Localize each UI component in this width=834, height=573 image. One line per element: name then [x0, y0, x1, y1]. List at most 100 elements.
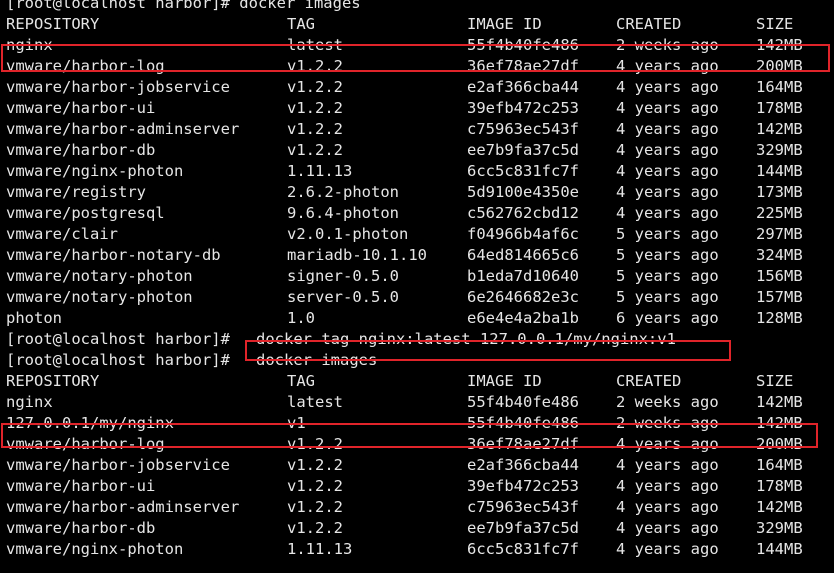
image-id-cell: ee7b9fa37c5d [467, 141, 579, 159]
image-id-cell: e2af366cba44 [467, 78, 579, 96]
size-cell: 329MB [756, 141, 803, 159]
table-row: nginx latest 55f4b40fe486 2 weeks ago 142MB [0, 392, 834, 413]
image-id-cell: e2af366cba44 [467, 456, 579, 474]
created-cell: 4 years ago [616, 498, 719, 516]
size-cell: 142MB [756, 393, 803, 411]
size-cell: 329MB [756, 519, 803, 537]
repository-cell: photon [6, 309, 62, 327]
command-text: docker images [256, 351, 378, 369]
terminal-text: [root@localhost harbor]# docker images [6, 0, 361, 12]
terminal-output[interactable]: [root@localhost harbor]# docker images R… [0, 0, 834, 560]
header-tag: TAG [287, 372, 315, 390]
table-row: vmware/postgresql 9.6.4-photon c562762cbd1… [0, 203, 834, 224]
repository-cell: vmware/harbor-ui [6, 99, 156, 117]
created-cell: 5 years ago [616, 225, 719, 243]
size-cell: 142MB [756, 414, 803, 432]
tag-cell: 9.6.4-photon [287, 204, 399, 222]
image-id-cell: 5d9100e4350e [467, 183, 579, 201]
repository-cell: vmware/clair [6, 225, 118, 243]
tag-cell: v1.2.2 [287, 477, 343, 495]
image-id-cell: 39efb472c253 [467, 477, 579, 495]
header-size: SIZE [756, 372, 794, 390]
header-repository: REPOSITORY [6, 372, 100, 390]
size-cell: 178MB [756, 477, 803, 495]
size-cell: 173MB [756, 183, 803, 201]
repository-cell: vmware/harbor-log [6, 435, 165, 453]
size-cell: 200MB [756, 435, 803, 453]
shell-prompt: [root@localhost harbor]# [6, 330, 230, 348]
image-id-cell: c75963ec543f [467, 498, 579, 516]
table-row: vmware/nginx-photon 1.11.13 6cc5c831fc7f 4 … [0, 539, 834, 560]
repository-cell: vmware/harbor-db [6, 141, 156, 159]
table-row: photon 1.0 e6e4e4a2ba1b 6 years ago 128MB [0, 308, 834, 329]
size-cell: 156MB [756, 267, 803, 285]
created-cell: 4 years ago [616, 204, 719, 222]
size-cell: 142MB [756, 498, 803, 516]
shell-prompt: [root@localhost harbor]# [6, 351, 230, 369]
size-cell: 128MB [756, 309, 803, 327]
image-id-cell: 55f4b40fe486 [467, 36, 579, 54]
created-cell: 5 years ago [616, 288, 719, 306]
table-row: vmware/harbor-log v1.2.2 36ef78ae27df 4 yea… [0, 434, 834, 455]
header-created: CREATED [616, 372, 682, 390]
table-row: 127.0.0.1/my/nginx v1 55f4b40fe486 2 weeks … [0, 413, 834, 434]
repository-cell: vmware/harbor-notary-db [6, 246, 221, 264]
header-created: CREATED [616, 15, 682, 33]
created-cell: 5 years ago [616, 246, 719, 264]
command-text: docker tag nginx:latest 127.0.0.1/my/ngi… [256, 330, 676, 348]
size-cell: 142MB [756, 120, 803, 138]
table-row: vmware/nginx-photon 1.11.13 6cc5c831fc7f 4 … [0, 161, 834, 182]
repository-cell: vmware/harbor-ui [6, 477, 156, 495]
table-row: vmware/harbor-db v1.2.2 ee7b9fa37c5d 4 year… [0, 140, 834, 161]
image-id-cell: 64ed814665c6 [467, 246, 579, 264]
created-cell: 2 weeks ago [616, 414, 719, 432]
tag-cell: v1.2.2 [287, 141, 343, 159]
size-cell: 144MB [756, 540, 803, 558]
table-row: vmware/harbor-notary-db mariadb-10.1.10 64… [0, 245, 834, 266]
created-cell: 4 years ago [616, 456, 719, 474]
size-cell: 164MB [756, 456, 803, 474]
created-cell: 2 weeks ago [616, 393, 719, 411]
image-id-cell: 55f4b40fe486 [467, 393, 579, 411]
repository-cell: vmware/nginx-photon [6, 162, 184, 180]
repository-cell: vmware/harbor-adminserver [6, 498, 240, 516]
tag-cell: 2.6.2-photon [287, 183, 399, 201]
created-cell: 2 weeks ago [616, 36, 719, 54]
header-image-id: IMAGE ID [467, 372, 542, 390]
image-id-cell: b1eda7d10640 [467, 267, 579, 285]
image-id-cell: c75963ec543f [467, 120, 579, 138]
tag-cell: v1.2.2 [287, 498, 343, 516]
table-row: vmware/harbor-db v1.2.2 ee7b9fa37c5d 4 year… [0, 518, 834, 539]
prompt-line: [root@localhost harbor]# docker images [0, 350, 834, 371]
created-cell: 4 years ago [616, 519, 719, 537]
repository-cell: vmware/notary-photon [6, 267, 193, 285]
image-id-cell: 6cc5c831fc7f [467, 162, 579, 180]
repository-cell: vmware/notary-photon [6, 288, 193, 306]
size-cell: 297MB [756, 225, 803, 243]
table-header: REPOSITORY TAG IMAGE ID CREATED SIZE [0, 14, 834, 35]
tag-cell: mariadb-10.1.10 [287, 246, 427, 264]
table-row: vmware/harbor-jobservice v1.2.2 e2af366cba… [0, 455, 834, 476]
created-cell: 4 years ago [616, 183, 719, 201]
repository-cell: vmware/harbor-adminserver [6, 120, 240, 138]
table-row: vmware/harbor-ui v1.2.2 39efb472c253 4 year… [0, 476, 834, 497]
created-cell: 4 years ago [616, 477, 719, 495]
tag-cell: 1.0 [287, 309, 315, 327]
repository-cell: vmware/nginx-photon [6, 540, 184, 558]
size-cell: 225MB [756, 204, 803, 222]
created-cell: 4 years ago [616, 540, 719, 558]
tag-cell: 1.11.13 [287, 162, 353, 180]
image-id-cell: 6cc5c831fc7f [467, 540, 579, 558]
header-repository: REPOSITORY [6, 15, 100, 33]
header-image-id: IMAGE ID [467, 15, 542, 33]
size-cell: 144MB [756, 162, 803, 180]
repository-cell: vmware/harbor-jobservice [6, 78, 230, 96]
tag-cell: signer-0.5.0 [287, 267, 399, 285]
image-id-cell: 36ef78ae27df [467, 57, 579, 75]
prompt-line: [root@localhost harbor]# docker images [0, 0, 834, 14]
tag-cell: latest [287, 36, 343, 54]
image-id-cell: e6e4e4a2ba1b [467, 309, 579, 327]
table-header: REPOSITORY TAG IMAGE ID CREATED SIZE [0, 371, 834, 392]
tag-cell: v1.2.2 [287, 435, 343, 453]
tag-cell: v1.2.2 [287, 120, 343, 138]
